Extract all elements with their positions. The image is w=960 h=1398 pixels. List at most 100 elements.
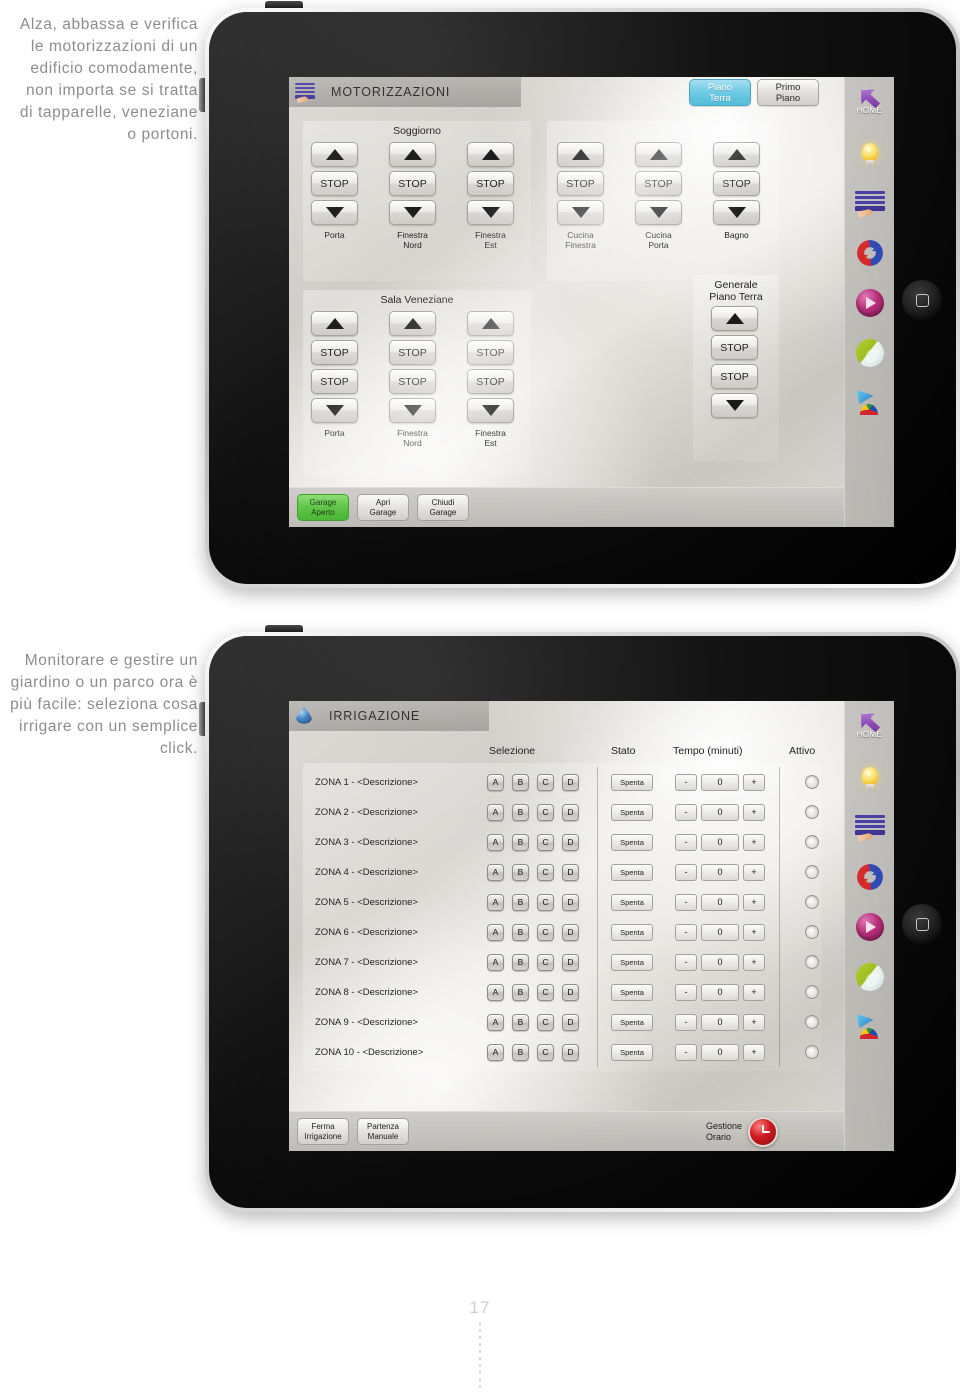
sidebar-item-home[interactable]: HOME <box>847 83 893 115</box>
tempo-value[interactable]: 0 <box>701 1043 739 1061</box>
select-b-button[interactable]: B <box>512 923 529 941</box>
attivo-radio[interactable] <box>805 985 819 999</box>
select-c-button[interactable]: C <box>537 893 554 911</box>
sidebar-item-climate[interactable] <box>847 863 893 891</box>
select-c-button[interactable]: C <box>537 953 554 971</box>
select-a-button[interactable]: A <box>487 773 504 791</box>
stop-button-2[interactable]: STOP <box>467 369 514 394</box>
up-button[interactable] <box>467 311 514 336</box>
select-b-button[interactable]: B <box>512 803 529 821</box>
down-button[interactable] <box>557 200 604 225</box>
select-b-button[interactable]: B <box>512 1013 529 1031</box>
sidebar-item-scenarios[interactable] <box>847 389 893 415</box>
stop-button-1[interactable]: STOP <box>711 335 758 360</box>
attivo-radio[interactable] <box>805 895 819 909</box>
stato-button[interactable]: Spenta <box>611 773 653 791</box>
tempo-value[interactable]: 0 <box>701 803 739 821</box>
select-a-button[interactable]: A <box>487 1043 504 1061</box>
tablet-volume-button[interactable] <box>199 702 205 736</box>
select-a-button[interactable]: A <box>487 803 504 821</box>
tempo-minus-button[interactable]: - <box>675 953 697 971</box>
tablet-top-button[interactable] <box>265 1 303 8</box>
select-b-button[interactable]: B <box>512 983 529 1001</box>
up-button[interactable] <box>311 142 358 167</box>
sidebar-item-climate[interactable] <box>847 239 893 267</box>
select-d-button[interactable]: D <box>562 803 579 821</box>
down-button[interactable] <box>711 393 758 418</box>
tablet-home-button[interactable] <box>902 904 942 944</box>
down-button[interactable] <box>311 398 358 423</box>
attivo-radio[interactable] <box>805 1045 819 1059</box>
clock-icon[interactable] <box>748 1116 778 1147</box>
down-button[interactable] <box>467 200 514 225</box>
up-button[interactable] <box>711 306 758 331</box>
down-button[interactable] <box>389 398 436 423</box>
stato-button[interactable]: Spenta <box>611 1043 653 1061</box>
stop-button-1[interactable]: STOP <box>389 340 436 365</box>
select-b-button[interactable]: B <box>512 893 529 911</box>
tempo-minus-button[interactable]: - <box>675 983 697 1001</box>
down-button[interactable] <box>311 200 358 225</box>
sidebar-item-blinds[interactable] <box>847 191 893 218</box>
tempo-plus-button[interactable]: + <box>743 893 765 911</box>
select-a-button[interactable]: A <box>487 1013 504 1031</box>
tempo-plus-button[interactable]: + <box>743 1043 765 1061</box>
select-d-button[interactable]: D <box>562 833 579 851</box>
up-button[interactable] <box>467 142 514 167</box>
up-button[interactable] <box>389 311 436 336</box>
up-button[interactable] <box>635 142 682 167</box>
select-c-button[interactable]: C <box>537 863 554 881</box>
ferma-irrigazione-button[interactable]: Ferma Irrigazione <box>297 1118 349 1145</box>
tempo-minus-button[interactable]: - <box>675 863 697 881</box>
stato-button[interactable]: Spenta <box>611 1013 653 1031</box>
select-c-button[interactable]: C <box>537 1013 554 1031</box>
select-d-button[interactable]: D <box>562 893 579 911</box>
tempo-minus-button[interactable]: - <box>675 923 697 941</box>
tempo-plus-button[interactable]: + <box>743 803 765 821</box>
sidebar-item-blinds[interactable] <box>847 815 893 842</box>
stop-button-2[interactable]: STOP <box>711 364 758 389</box>
tempo-plus-button[interactable]: + <box>743 1013 765 1031</box>
select-a-button[interactable]: A <box>487 833 504 851</box>
attivo-radio[interactable] <box>805 955 819 969</box>
stop-button[interactable]: STOP <box>635 171 682 196</box>
select-a-button[interactable]: A <box>487 953 504 971</box>
tempo-minus-button[interactable]: - <box>675 1013 697 1031</box>
select-d-button[interactable]: D <box>562 953 579 971</box>
tempo-value[interactable]: 0 <box>701 1013 739 1031</box>
select-a-button[interactable]: A <box>487 863 504 881</box>
stato-button[interactable]: Spenta <box>611 803 653 821</box>
select-c-button[interactable]: C <box>537 833 554 851</box>
select-c-button[interactable]: C <box>537 1043 554 1061</box>
select-d-button[interactable]: D <box>562 923 579 941</box>
up-button[interactable] <box>311 311 358 336</box>
sidebar-item-home[interactable]: HOME <box>847 707 893 739</box>
sidebar-item-lights[interactable] <box>847 141 893 169</box>
apri-garage-button[interactable]: Apri Garage <box>357 494 409 521</box>
select-a-button[interactable]: A <box>487 983 504 1001</box>
tab-piano-terra[interactable]: Piano Terra <box>689 79 751 106</box>
down-button[interactable] <box>389 200 436 225</box>
tempo-value[interactable]: 0 <box>701 863 739 881</box>
select-b-button[interactable]: B <box>512 953 529 971</box>
stop-button[interactable]: STOP <box>389 171 436 196</box>
tempo-minus-button[interactable]: - <box>675 803 697 821</box>
attivo-radio[interactable] <box>805 925 819 939</box>
stop-button-1[interactable]: STOP <box>311 340 358 365</box>
tablet-volume-button[interactable] <box>199 78 205 112</box>
tempo-plus-button[interactable]: + <box>743 983 765 1001</box>
stop-button-2[interactable]: STOP <box>389 369 436 394</box>
tempo-value[interactable]: 0 <box>701 983 739 1001</box>
stop-button-2[interactable]: STOP <box>311 369 358 394</box>
partenza-manuale-button[interactable]: Partenza Manuale <box>357 1118 409 1145</box>
tempo-minus-button[interactable]: - <box>675 773 697 791</box>
tempo-minus-button[interactable]: - <box>675 1043 697 1061</box>
down-button[interactable] <box>467 398 514 423</box>
up-button[interactable] <box>713 142 760 167</box>
select-d-button[interactable]: D <box>562 983 579 1001</box>
tempo-plus-button[interactable]: + <box>743 773 765 791</box>
up-button[interactable] <box>389 142 436 167</box>
attivo-radio[interactable] <box>805 1015 819 1029</box>
stato-button[interactable]: Spenta <box>611 923 653 941</box>
sidebar-item-irrigation[interactable] <box>847 963 893 991</box>
